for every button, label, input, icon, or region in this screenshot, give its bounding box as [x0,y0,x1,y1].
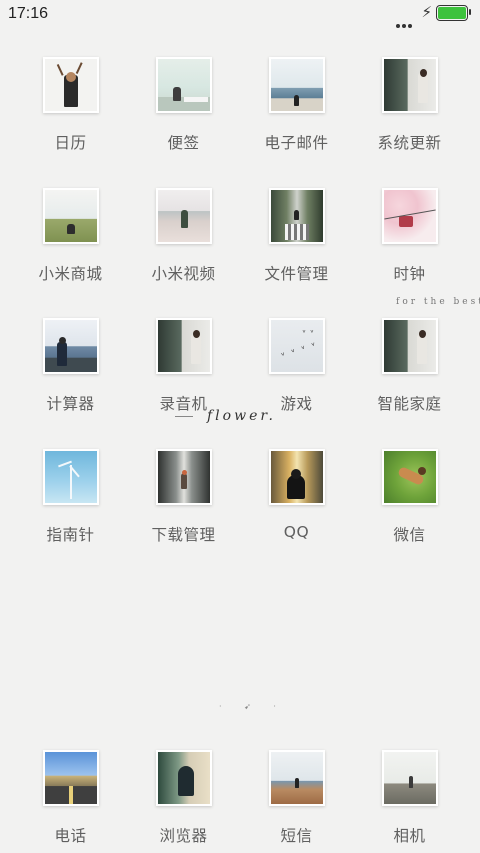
browser-icon [155,750,212,806]
app-label: 智能家庭 [377,395,442,413]
app-label: 小米视频 [151,264,216,283]
app-calculator[interactable]: 计算器 [14,318,127,449]
mi-video-icon [155,187,212,244]
app-label: 浏览器 [159,827,208,845]
app-file-manager[interactable]: 文件管理 [240,187,353,319]
clock-icon [381,187,438,244]
app-compass[interactable]: 指南针 [14,448,127,580]
app-label: 日历 [54,134,87,152]
phone-icon [42,750,99,806]
app-label: 系统更新 [377,134,442,152]
app-wechat[interactable]: 微信 [353,448,466,580]
smart-home-icon [381,318,438,374]
app-qq[interactable]: QQ [240,448,353,580]
compass-icon [42,448,99,505]
system-update-icon [381,57,438,113]
decor-dash [175,415,193,417]
battery-icon [436,5,471,21]
app-smart-home[interactable]: 智能家庭 [353,318,466,449]
page-indicator[interactable]: · ➹ · [219,702,286,711]
camera-icon [381,750,438,806]
wechat-icon [381,448,438,505]
app-label: 微信 [393,525,426,544]
status-time: 17:16 [8,5,49,22]
status-icons: ⚡ [382,3,472,28]
dock-app-phone[interactable]: 电话 [14,750,127,846]
app-notes[interactable]: 便签 [127,57,240,188]
app-label: 时钟 [393,264,426,283]
calendar-icon [42,57,99,113]
app-download-manager[interactable]: 下载管理 [127,448,240,580]
sms-icon [268,750,325,806]
mi-store-icon [42,187,99,244]
dock-app-camera[interactable]: 相机 [353,750,466,846]
app-email[interactable]: 电子邮件 [240,57,353,188]
email-icon [268,57,325,113]
app-label: 电子邮件 [264,134,329,152]
app-label: 文件管理 [264,264,329,283]
app-label: 下载管理 [151,525,216,544]
app-mi-video[interactable]: 小米视频 [127,187,240,319]
app-recorder[interactable]: 录音机 [127,318,240,449]
dock-app-sms[interactable]: 短信 [240,750,353,846]
app-games[interactable]: ᵛ ᵛ ᵛ ᵛ ᵛ ᵛ 游戏 [240,318,353,449]
qq-icon [268,448,325,505]
dock: 电话 浏览器 短信 相机 [14,750,466,846]
wallpaper-text-flower: flower. [175,408,276,424]
app-calendar[interactable]: 日历 [14,57,127,188]
app-label: 游戏 [280,395,313,413]
download-manager-icon [155,448,212,505]
dock-app-browser[interactable]: 浏览器 [127,750,240,846]
app-grid: 日历 便签 电子邮件 系统更新 小米商城 小米视频 文件管理 时钟 计算器 录音… [14,57,466,579]
battery-fill [438,7,466,19]
app-system-update[interactable]: 系统更新 [353,57,466,188]
more-dots-icon [396,13,414,28]
calculator-icon [42,318,99,374]
app-label: QQ [283,522,310,541]
wallpaper-text-best: for the best o [396,297,480,307]
app-label: 电话 [54,827,87,845]
app-label: 短信 [280,827,313,845]
games-icon: ᵛ ᵛ ᵛ ᵛ ᵛ ᵛ [268,318,325,374]
recorder-icon [155,318,212,374]
notes-icon [155,57,212,113]
status-bar: 17:16 ⚡ [0,0,480,30]
app-label: 计算器 [46,395,95,413]
app-label: 指南针 [46,525,95,544]
charging-bolt-icon: ⚡ [421,3,432,21]
app-label: 相机 [393,827,426,845]
app-label: 小米商城 [38,264,103,283]
file-manager-icon [268,187,325,244]
app-mi-store[interactable]: 小米商城 [14,187,127,319]
app-label: 便签 [167,134,200,152]
flower-text: flower. [207,408,276,424]
